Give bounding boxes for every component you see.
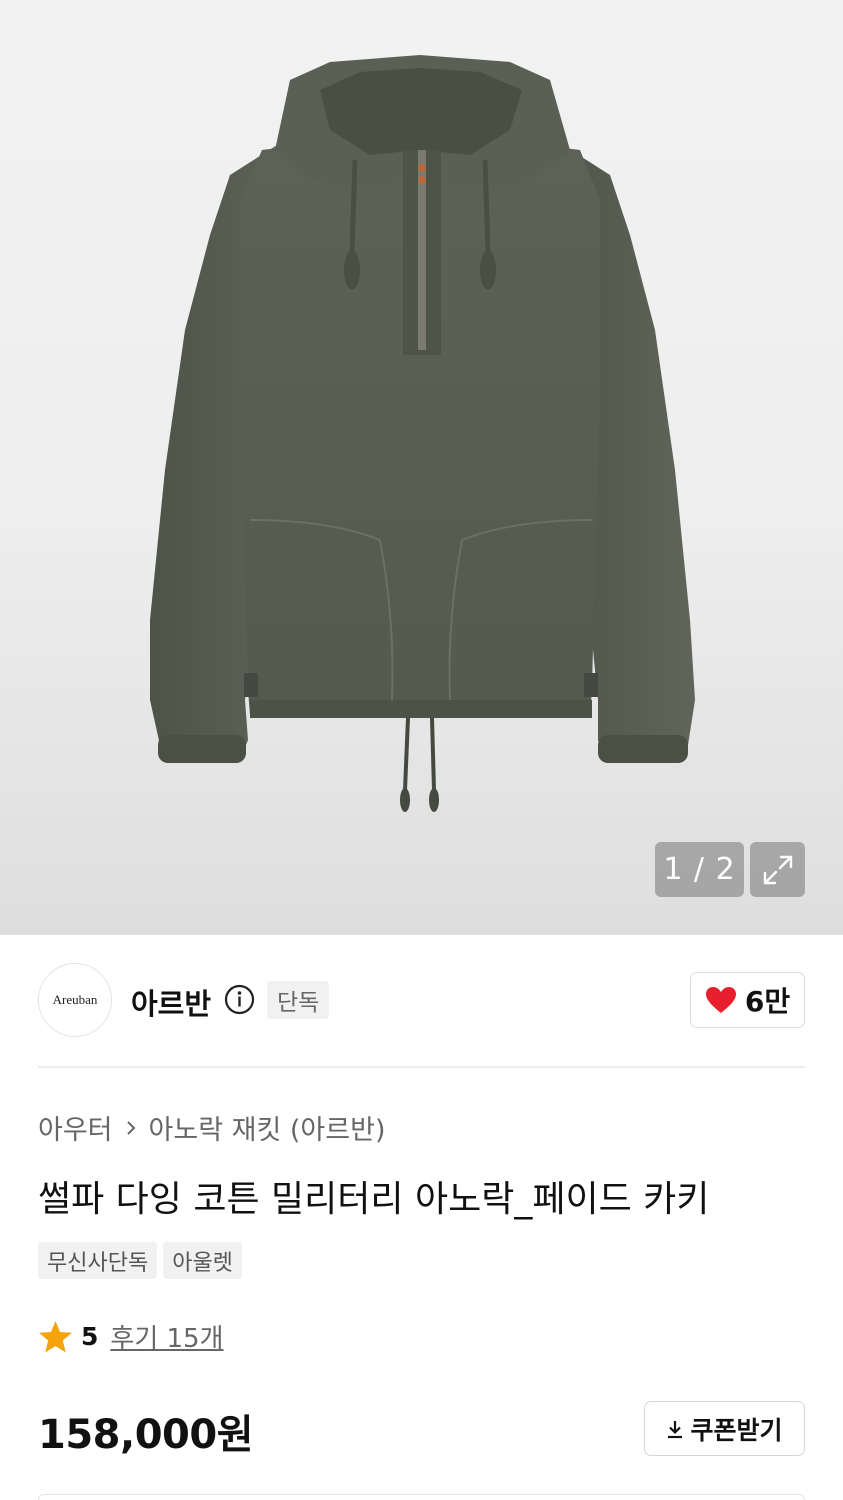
brand-name[interactable]: 아르반 <box>131 981 211 1023</box>
heart-icon <box>705 987 736 1013</box>
product-image-gallery[interactable]: 1 / 2 <box>0 0 843 935</box>
coupon-label: 쿠폰받기 <box>690 1415 783 1445</box>
star-icon <box>39 1320 72 1352</box>
divider <box>38 1066 805 1068</box>
coupon-button[interactable]: 쿠폰받기 <box>644 1401 805 1456</box>
breadcrumb: 아우터 아노락 재킷 (아르반) <box>38 1108 385 1147</box>
reviews-link[interactable]: 후기 15개 <box>110 1318 223 1355</box>
product-price: 158,000원 <box>38 1412 254 1458</box>
chevron-right-icon <box>126 1120 135 1135</box>
expand-icon <box>763 855 792 884</box>
breadcrumb-subcategory[interactable]: 아노락 재킷 (아르반) <box>149 1108 386 1147</box>
brand-logo-text: Areuban <box>52 992 98 1007</box>
tag-outlet: 아울렛 <box>163 1242 242 1279</box>
expand-button[interactable] <box>750 842 805 897</box>
image-counter: 1 / 2 <box>655 842 744 897</box>
rating-row: 5 후기 15개 <box>38 1318 224 1355</box>
brand-logo[interactable]: Areuban <box>38 963 112 1037</box>
jacket-photo <box>150 55 695 812</box>
rating-score: 5 <box>81 1322 99 1351</box>
like-button[interactable]: 6만 <box>690 972 805 1028</box>
exclusive-badge: 단독 <box>267 981 330 1019</box>
like-count: 6만 <box>744 985 791 1018</box>
breadcrumb-category[interactable]: 아우터 <box>38 1108 113 1147</box>
tag-musinsa-exclusive: 무신사단독 <box>38 1242 158 1279</box>
product-title: 썰파 다잉 코튼 밀리터리 아노락_페이드 카키 <box>38 1179 710 1220</box>
product-tags: 무신사단독 아울렛 <box>38 1242 242 1279</box>
next-section-edge <box>38 1494 805 1500</box>
download-icon <box>668 1420 683 1438</box>
info-icon[interactable] <box>224 984 255 1015</box>
